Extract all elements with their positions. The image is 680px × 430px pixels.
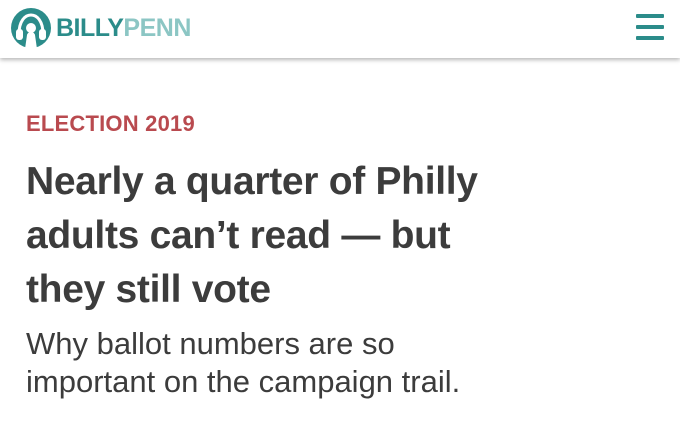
- site-logo[interactable]: BILLYPENN: [10, 6, 191, 50]
- article-headline: Nearly a quarter of Philly adults can’t …: [26, 155, 666, 317]
- article-subhead: Why ballot numbers are so important on t…: [26, 325, 666, 401]
- article-header: ELECTION 2019 Nearly a quarter of Philly…: [26, 110, 666, 401]
- menu-bar: [636, 14, 664, 18]
- menu-bar: [636, 36, 664, 40]
- headline-line: adults can’t read — but: [26, 214, 451, 257]
- subhead-line: important on the campaign trail.: [26, 364, 461, 399]
- headline-line: Nearly a quarter of Philly: [26, 160, 478, 203]
- logo-billy-text: BILLY: [56, 13, 124, 42]
- subhead-line: Why ballot numbers are so: [26, 326, 395, 361]
- menu-bar: [636, 25, 664, 29]
- logo-wordmark: BILLYPENN: [56, 13, 191, 42]
- hamburger-menu-icon[interactable]: [634, 11, 666, 43]
- site-header: BILLYPENN: [0, 0, 680, 58]
- category-label[interactable]: ELECTION 2019: [26, 110, 666, 138]
- headphones-logo-icon: [11, 8, 51, 49]
- page: BILLYPENN ELECTION 2019 Nearly a quarter…: [0, 0, 680, 430]
- headline-line: they still vote: [26, 268, 271, 311]
- logo-penn-text: PENN: [123, 13, 191, 42]
